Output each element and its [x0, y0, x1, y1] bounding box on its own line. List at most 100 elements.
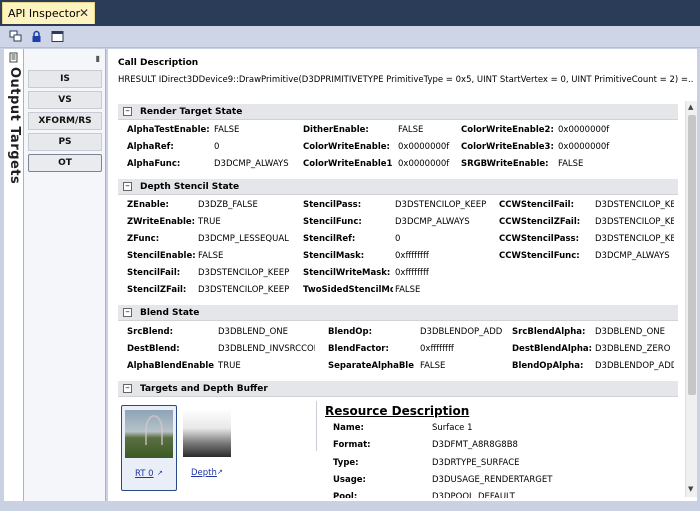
- prop-value: FALSE: [198, 251, 224, 261]
- pin-icon[interactable]: [8, 52, 19, 63]
- depth-preview-image: [183, 409, 231, 457]
- prop-value: 0xffffffff: [395, 251, 429, 261]
- sidebar-vertical-title: Output Targets: [7, 67, 22, 185]
- prop-label: AlphaBlendEnable:: [127, 361, 215, 371]
- prop-value: D3DSTENCILOP_KEEP: [595, 234, 674, 244]
- scroll-up-icon[interactable]: ▲: [688, 103, 693, 111]
- prop-label: StencilEnable:: [127, 251, 195, 261]
- prop-value: 0x0000000f: [558, 125, 610, 135]
- prop-label: StencilMask:: [303, 251, 365, 261]
- prop-label: SRGBWriteEnable:: [461, 159, 549, 169]
- prop-label: ZEnable:: [127, 200, 169, 210]
- prop-label: Usage:: [333, 475, 366, 485]
- prop-value: D3DBLEND_ONE: [595, 327, 666, 337]
- prop-value: TRUE: [218, 361, 241, 371]
- prop-value: D3DBLEND_INVSRCCOI: [218, 344, 315, 354]
- prop-label: ColorWriteEnable2:: [461, 125, 554, 135]
- stage-button-ps[interactable]: PS: [28, 133, 102, 151]
- section-title: Targets and Depth Buffer: [140, 383, 268, 394]
- windows-icon[interactable]: [9, 30, 22, 43]
- scrollbar-thumb[interactable]: [688, 115, 696, 395]
- section-depth-stencil[interactable]: – Depth Stencil State: [118, 179, 678, 195]
- api-inspector-window: API Inspector ✕ Output Targets ▮ IS VS X…: [0, 0, 700, 511]
- prop-value: D3DBLENDOP_ADD: [420, 327, 502, 337]
- prop-value: D3DSTENCILOP_KEEP: [198, 285, 290, 295]
- prop-value: D3DCMP_ALWAYS: [214, 159, 289, 169]
- pushpin-icon[interactable]: ▮: [96, 54, 100, 63]
- prop-label: StencilRef:: [303, 234, 356, 244]
- prop-value: 0xffffffff: [395, 268, 429, 278]
- prop-value: D3DZB_FALSE: [198, 200, 258, 210]
- collapse-icon[interactable]: –: [123, 182, 132, 191]
- prop-label: DitherEnable:: [303, 125, 369, 135]
- close-icon[interactable]: ✕: [79, 6, 89, 20]
- prop-label: DestBlendAlpha:: [512, 344, 592, 354]
- scroll-down-icon[interactable]: ▼: [688, 485, 693, 493]
- section-title: Depth Stencil State: [140, 181, 240, 192]
- call-description-text: HRESULT IDirect3DDevice9::DrawPrimitive(…: [118, 75, 694, 85]
- stage-button-xform-rs[interactable]: XFORM/RS: [28, 112, 102, 130]
- external-link-icon: ↗: [217, 468, 223, 476]
- prop-value: 0x0000000f: [398, 159, 450, 169]
- prop-label: StencilFunc:: [303, 217, 362, 227]
- window-icon[interactable]: [51, 30, 64, 43]
- prop-label: CCWStencilZFail:: [499, 217, 581, 227]
- prop-value: FALSE: [558, 159, 584, 169]
- prop-value: 0x0000000f: [558, 142, 610, 152]
- prop-label: Name:: [333, 423, 364, 433]
- prop-label: StencilFail:: [127, 268, 181, 278]
- prop-label: AlphaRef:: [127, 142, 174, 152]
- rt0-preview-image: [125, 410, 173, 458]
- render-target-thumbnail[interactable]: RT 0 ↗: [121, 405, 177, 491]
- lock-icon[interactable]: [30, 30, 43, 43]
- prop-value: FALSE: [398, 125, 424, 135]
- output-targets-sidebar: Output Targets: [4, 49, 24, 501]
- external-link-icon: ↗: [157, 469, 163, 477]
- prop-value: D3DCMP_LESSEQUAL: [198, 234, 289, 244]
- prop-value: D3DFMT_A8R8G8B8: [432, 440, 518, 450]
- prop-value: D3DBLEND_ZERO: [595, 344, 671, 354]
- prop-value: D3DSTENCILOP_KEEP: [595, 200, 674, 210]
- rt0-link[interactable]: RT 0: [135, 469, 154, 479]
- depth-buffer-thumbnail[interactable]: Depth ↗: [180, 405, 236, 491]
- prop-value: D3DBLENDOP_ADD: [595, 361, 674, 371]
- prop-label: DestBlend:: [127, 344, 180, 354]
- divider: [316, 401, 317, 451]
- prop-value: TRUE: [198, 217, 221, 227]
- prop-value: D3DSTENCILOP_KEEP: [395, 200, 487, 210]
- collapse-icon[interactable]: –: [123, 384, 132, 393]
- section-render-target[interactable]: – Render Target State: [118, 104, 678, 120]
- vertical-scrollbar[interactable]: ▲ ▼: [685, 101, 697, 497]
- prop-label: StencilWriteMask:: [303, 268, 391, 278]
- stage-button-is[interactable]: IS: [28, 70, 102, 88]
- depth-link[interactable]: Depth: [191, 468, 217, 478]
- prop-label: BlendOpAlpha:: [512, 361, 584, 371]
- content-pane: Call Description HRESULT IDirect3DDevice…: [108, 49, 697, 501]
- stage-panel: ▮ IS VS XFORM/RS PS OT: [24, 49, 106, 501]
- collapse-icon[interactable]: –: [123, 308, 132, 317]
- collapse-icon[interactable]: –: [123, 107, 132, 116]
- tab-api-inspector[interactable]: API Inspector ✕: [2, 2, 95, 24]
- prop-label: ZFunc:: [127, 234, 160, 244]
- prop-label: StencilPass:: [303, 200, 362, 210]
- prop-value: D3DUSAGE_RENDERTARGET: [432, 475, 553, 485]
- prop-value: D3DCMP_ALWAYS: [595, 251, 670, 261]
- prop-label: ColorWriteEnable3:: [461, 142, 554, 152]
- prop-value: 0xffffffff: [420, 344, 454, 354]
- prop-label: CCWStencilFail:: [499, 200, 574, 210]
- stage-button-vs[interactable]: VS: [28, 91, 102, 109]
- prop-label: Type:: [333, 458, 359, 468]
- section-targets[interactable]: – Targets and Depth Buffer: [118, 381, 678, 397]
- prop-label: Pool:: [333, 492, 358, 498]
- prop-value: FALSE: [395, 285, 421, 295]
- section-blend[interactable]: – Blend State: [118, 305, 678, 321]
- stage-button-ot[interactable]: OT: [28, 154, 102, 172]
- prop-label: SrcBlend:: [127, 327, 174, 337]
- prop-label: BlendFactor:: [328, 344, 389, 354]
- prop-value: D3DBLEND_ONE: [218, 327, 289, 337]
- section-title: Blend State: [140, 307, 200, 318]
- prop-label: CCWStencilPass:: [499, 234, 579, 244]
- call-description-title: Call Description: [118, 58, 199, 68]
- prop-value: D3DPOOL_DEFAULT: [432, 492, 515, 498]
- prop-label: TwoSidedStencilMo: [303, 285, 393, 295]
